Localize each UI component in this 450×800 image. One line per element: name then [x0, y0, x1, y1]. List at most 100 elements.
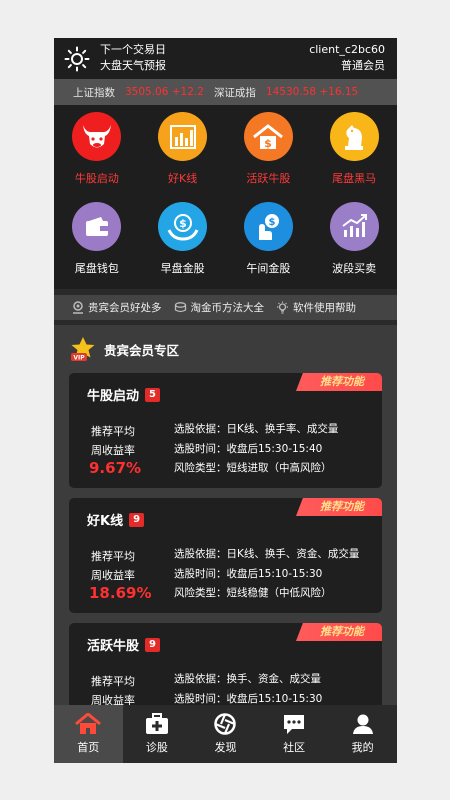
- weekly-return-value: 18.69%: [89, 584, 152, 602]
- card-info: 选股依据：日K线、换手、资金、成交量 选股时间：收盘后15:10-15:30 风…: [174, 545, 359, 604]
- market-weather-label: 大盘天气预报: [100, 59, 166, 72]
- card-count-badge: 9: [129, 512, 145, 527]
- card-title: 好K线 9: [87, 510, 145, 529]
- feature-label: 尾盘钱包: [74, 262, 119, 275]
- feature-label: 牛股启动: [74, 172, 119, 185]
- tab-label: 社区: [283, 741, 306, 754]
- card-title-text: 好K线: [87, 514, 124, 529]
- selection-basis: 选股依据：日K线、换手率、成交量: [174, 423, 339, 435]
- app-screen: 下一个交易日 大盘天气预报 client_c2bc60 普通会员 上证指数 35…: [54, 38, 397, 763]
- tab-label: 首页: [77, 741, 100, 754]
- selection-time: 选股时间：收盘后15:30-15:40: [174, 442, 323, 455]
- aperture-icon: [214, 713, 237, 735]
- trend-chart-icon: [329, 202, 379, 251]
- tab-label: 诊股: [145, 741, 168, 754]
- index-ticker: 上证指数 3505.06 +12.2 深证成指 14530.58 +16.15: [54, 79, 397, 105]
- avg-label-line2: 周收益率: [91, 569, 135, 582]
- chess-knight-icon: [329, 112, 379, 161]
- lightbulb-icon: [277, 301, 288, 314]
- avg-return-label: 推荐平均 周收益率: [91, 547, 135, 585]
- feature-swing-trade[interactable]: 波段买卖: [311, 199, 397, 288]
- hand-coin-icon: $: [158, 202, 208, 251]
- feature-bull-start[interactable]: 牛股启动: [54, 109, 140, 198]
- helper-label: 淘金币方法大全: [190, 302, 265, 314]
- card-info: 选股依据：换手、资金、成交量 选股时间：收盘后15:10-15:30: [174, 670, 322, 709]
- vip-benefits-link[interactable]: 贵宾会员好处多: [72, 300, 162, 315]
- feature-label: 好K线: [168, 172, 198, 185]
- feature-label: 尾盘黑马: [332, 172, 377, 185]
- user-info[interactable]: client_c2bc60 普通会员: [309, 42, 385, 74]
- feature-label: 波段买卖: [332, 262, 377, 275]
- home-icon: [75, 713, 102, 734]
- weather-forecast-link[interactable]: 下一个交易日 大盘天气预报: [100, 42, 166, 74]
- selection-basis: 选股依据：日K线、换手、资金、成交量: [174, 548, 360, 560]
- svg-text:$: $: [179, 217, 187, 230]
- tab-mine[interactable]: 我的: [328, 705, 397, 763]
- helper-label: 软件使用帮助: [293, 302, 356, 314]
- top-header: 下一个交易日 大盘天气预报 client_c2bc60 普通会员: [54, 38, 397, 79]
- risk-type: 风险类型：短线稳健（中低风险）: [174, 587, 332, 599]
- recommend-ribbon: 推荐功能: [296, 373, 382, 391]
- sz-index-name: 深证成指: [213, 86, 256, 99]
- feature-tail-wallet[interactable]: 尾盘钱包: [54, 199, 140, 288]
- risk-type: 风险类型：短线进取（中高风险）: [174, 462, 332, 474]
- feature-active-bull[interactable]: $ 活跃牛股: [226, 109, 312, 198]
- tab-discover[interactable]: 发现: [191, 705, 260, 763]
- vip-section-header: VIP 贵宾会员专区: [54, 325, 397, 373]
- recommend-card[interactable]: 好K线 9 推荐功能 推荐平均 周收益率 18.69% 选股依据：日K线、换手、…: [69, 498, 382, 613]
- tab-label: 我的: [351, 741, 374, 754]
- avg-label-line1: 推荐平均: [91, 550, 135, 563]
- feature-noon-gold[interactable]: $ 午间金股: [226, 199, 312, 288]
- card-count-badge: 9: [145, 637, 160, 652]
- selection-time: 选股时间：收盘后15:10-15:30: [174, 567, 323, 580]
- vip-section-title: 贵宾会员专区: [104, 342, 180, 358]
- tab-label: 发现: [214, 741, 237, 754]
- tab-community[interactable]: 社区: [260, 705, 329, 763]
- sz-index-value: 14530.58 +16.15: [265, 86, 359, 98]
- recommend-card[interactable]: 牛股启动 5 推荐功能 推荐平均 周收益率 9.67% 选股依据：日K线、换手率…: [69, 373, 382, 488]
- touch-coin-icon: $: [243, 202, 293, 251]
- client-id: client_c2bc60: [309, 43, 385, 56]
- bar-chart-icon: [158, 112, 208, 161]
- helper-label: 贵宾会员好处多: [88, 302, 162, 314]
- sh-index-name: 上证指数: [73, 86, 115, 99]
- avg-label-line1: 推荐平均: [91, 425, 135, 438]
- avg-label-line1: 推荐平均: [91, 675, 135, 688]
- bottom-tab-bar: 首页 诊股 发现 社区 我的: [54, 705, 397, 763]
- wallet-icon: [72, 202, 122, 251]
- svg-text:$: $: [269, 217, 276, 228]
- location-pin-icon: [73, 301, 83, 314]
- sh-index-value: 3505.06 +12.2: [125, 86, 204, 98]
- card-title: 牛股启动 5: [87, 385, 160, 404]
- card-title-text: 活跃牛股: [87, 639, 140, 654]
- software-help-link[interactable]: 软件使用帮助: [276, 300, 356, 315]
- svg-text:$: $: [265, 137, 273, 150]
- feature-label: 早盘金股: [160, 262, 205, 275]
- user-icon: [352, 714, 373, 734]
- recommend-ribbon: 推荐功能: [296, 498, 382, 516]
- feature-morning-gold[interactable]: $ 早盘金股: [140, 199, 226, 288]
- feature-label: 午间金股: [246, 262, 291, 275]
- feature-grid: 牛股启动 好K线 $ 活跃牛股 尾盘黑马 尾盘钱包 $ 早盘金股 $ 午间金股 …: [54, 105, 397, 289]
- bull-icon: [72, 112, 122, 161]
- card-count-badge: 5: [145, 387, 160, 402]
- feature-good-kline[interactable]: 好K线: [140, 109, 226, 198]
- chat-icon: [284, 715, 305, 734]
- medical-kit-icon: [145, 713, 168, 734]
- feature-dark-horse[interactable]: 尾盘黑马: [311, 109, 397, 198]
- tab-diagnose[interactable]: 诊股: [123, 705, 192, 763]
- sun-icon[interactable]: [64, 46, 90, 72]
- card-info: 选股依据：日K线、换手率、成交量 选股时间：收盘后15:30-15:40 风险类…: [174, 420, 338, 479]
- gold-coin-methods-link[interactable]: 淘金币方法大全: [174, 300, 265, 315]
- helper-bar: 贵宾会员好处多 淘金币方法大全 软件使用帮助: [54, 289, 397, 325]
- coins-icon: [174, 302, 186, 313]
- card-title: 活跃牛股 9: [87, 635, 160, 654]
- vip-crown-icon: VIP: [71, 337, 95, 362]
- card-title-text: 牛股启动: [87, 389, 140, 404]
- avg-return-label: 推荐平均 周收益率: [91, 422, 135, 460]
- membership-level: 普通会员: [341, 59, 385, 72]
- avg-label-line2: 周收益率: [91, 444, 135, 457]
- house-coin-icon: $: [243, 112, 293, 161]
- weekly-return-value: 9.67%: [89, 459, 142, 477]
- tab-home[interactable]: 首页: [54, 705, 123, 763]
